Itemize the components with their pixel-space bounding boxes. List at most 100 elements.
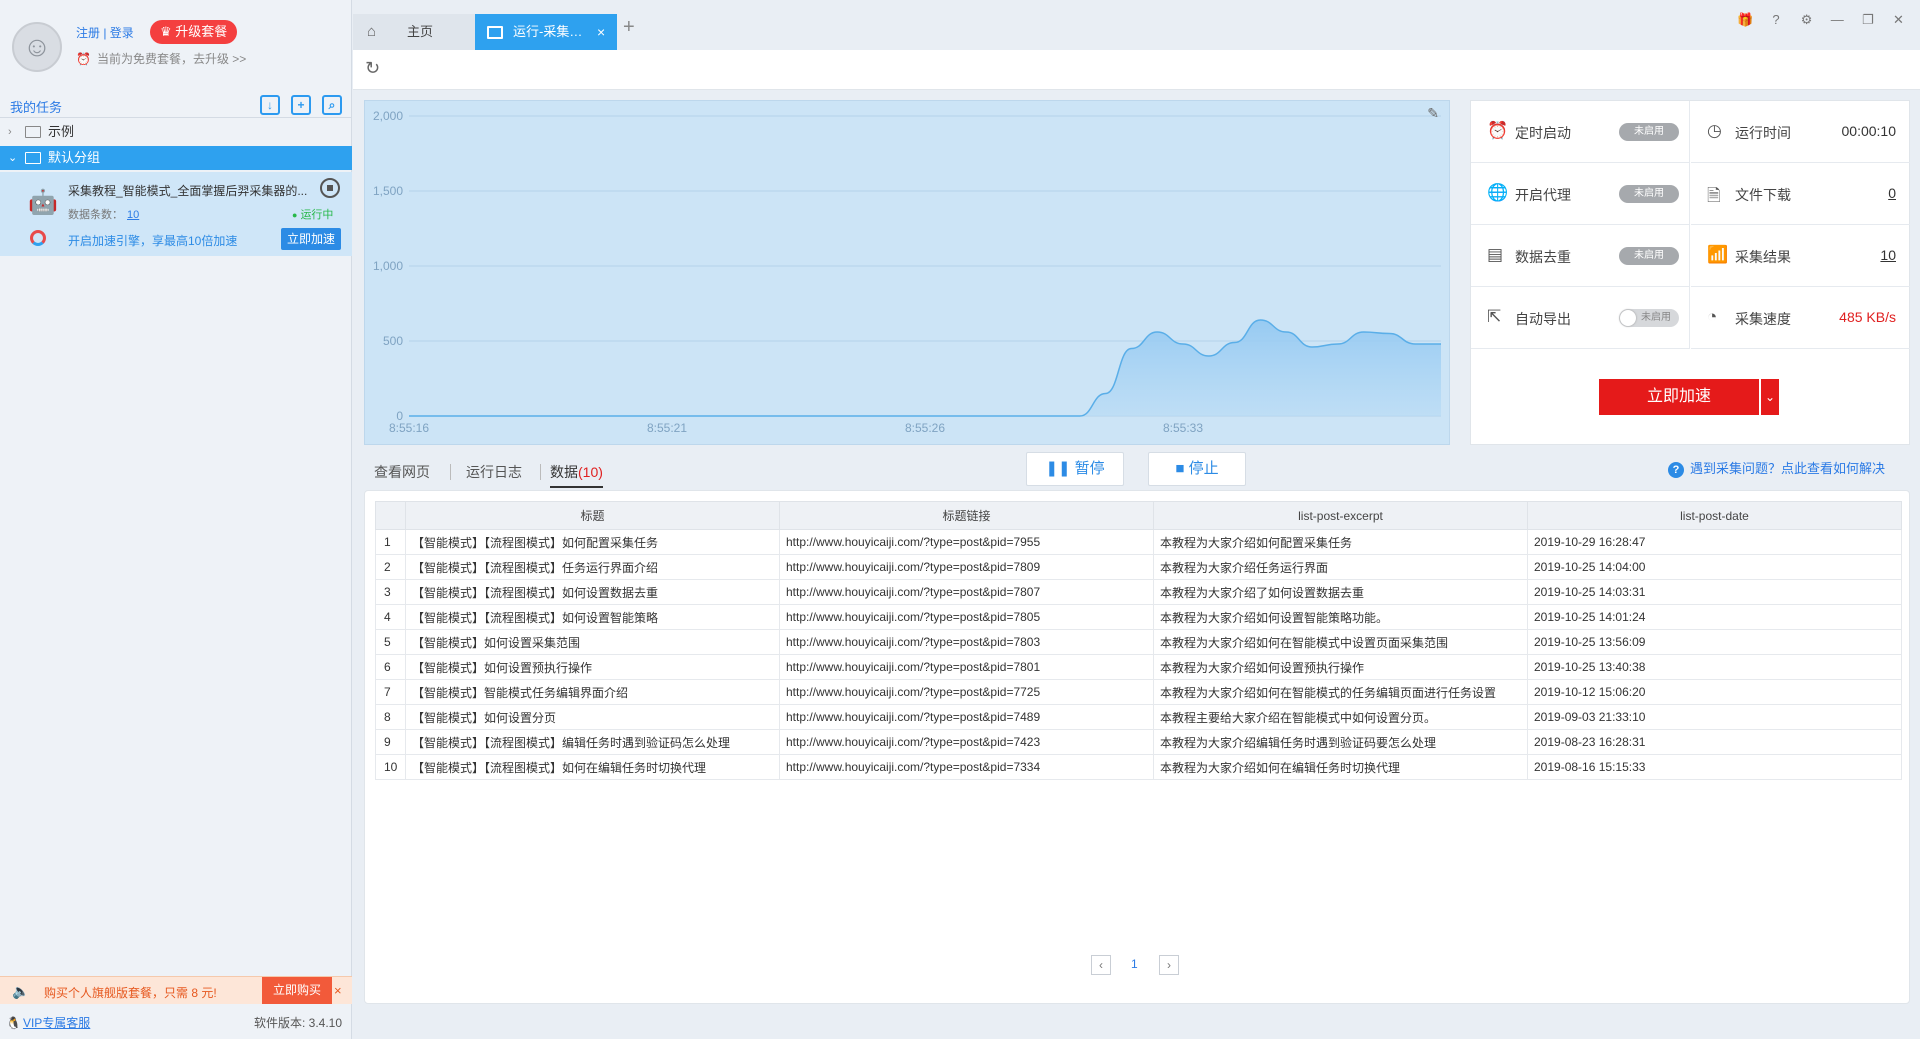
x-tick-label: 8:55:26 — [905, 421, 945, 435]
table-row[interactable]: 2 【智能模式】【流程图模式】任务运行界面介绍 http://www.houyica… — [375, 554, 1902, 580]
restore-icon[interactable]: ❐ — [1854, 12, 1881, 28]
import-task-icon[interactable]: ↓ — [260, 95, 280, 115]
table-cell-title: 【智能模式】如何设置预执行操作 — [405, 654, 780, 680]
login-link[interactable]: 注册 | 登录 — [76, 24, 134, 41]
x-tick-label: 8:55:16 — [389, 421, 429, 435]
table-cell-date: 2019-10-29 16:28:47 — [1527, 529, 1902, 555]
table-row[interactable]: 7 【智能模式】智能模式任务编辑界面介绍 http://www.houyicaiji… — [375, 679, 1902, 705]
promo-buy-button[interactable]: 立即购买 — [262, 977, 332, 1004]
table-header-row: 标题 标题链接 list-post-excerpt list-post-date — [375, 501, 1902, 530]
add-tab-icon[interactable]: + — [623, 16, 635, 39]
column-header[interactable]: list-post-excerpt — [1153, 501, 1528, 530]
sidebar-accel-button[interactable]: 立即加速 — [281, 228, 342, 250]
window-controls: 🎁 ? ⚙ — ❐ ✕ — [1732, 12, 1912, 28]
table-row[interactable]: 5 【智能模式】如何设置采集范围 http://www.houyicaiji.com… — [375, 629, 1902, 655]
close-icon[interactable]: ✕ — [1885, 12, 1912, 28]
table-cell-idx: 5 — [375, 629, 406, 655]
tab-home[interactable]: ⌂ 主页 — [353, 14, 475, 50]
add-task-icon[interactable]: + — [291, 95, 311, 115]
table-cell-idx: 1 — [375, 529, 406, 555]
tab-data[interactable]: 数据(10) — [550, 462, 603, 488]
stat-proxy: 🌐 开启代理 未启用 — [1471, 163, 1690, 225]
chart-svg: 2,0001,5001,00050008:55:16 8:55:21 8:55:26… — [373, 109, 1441, 435]
promo-close-icon[interactable]: × — [334, 983, 342, 998]
column-header[interactable]: list-post-date — [1527, 501, 1902, 530]
data-count-value[interactable]: 10 — [127, 209, 139, 221]
upgrade-button[interactable]: ♛ 升级套餐 — [150, 20, 238, 44]
tab-run-task[interactable]: 运行-采集教程_智能模式_全面掌握后羿采集器的... × — [475, 14, 617, 50]
dedupe-switch[interactable]: 未启用 — [1619, 247, 1679, 265]
minimize-icon[interactable]: — — [1824, 12, 1851, 27]
stat-name: 定时启动 — [1515, 125, 1571, 141]
tab-view-page[interactable]: 查看网页 — [374, 462, 430, 482]
help-icon[interactable]: ? — [1763, 12, 1790, 27]
page-number[interactable]: 1 — [1131, 957, 1138, 971]
table-row[interactable]: 1 【智能模式】【流程图模式】如何配置采集任务 http://www.houyica… — [375, 529, 1902, 555]
gift-icon[interactable]: 🎁 — [1732, 12, 1759, 28]
gauge-icon: ◔ — [1707, 307, 1718, 326]
task-card[interactable]: 🤖 采集教程_智能模式_全面掌握后羿采集器的... 数据条数： 10 运行中 开启… — [0, 172, 352, 256]
stat-value[interactable]: 10 — [1880, 247, 1896, 263]
scheduled-start-switch[interactable]: 未启用 — [1619, 123, 1679, 141]
prev-page-icon[interactable]: ‹ — [1091, 955, 1111, 975]
search-task-icon[interactable]: ⌕ — [322, 95, 342, 115]
home-icon: ⌂ — [367, 23, 377, 40]
tree-item-label: 默认分组 — [48, 150, 101, 165]
tab-data-label: 数据 — [550, 464, 578, 480]
table-cell-link: http://www.houyicaiji.com/?type=post&pid… — [779, 529, 1154, 555]
status-badge: 运行中 — [292, 206, 333, 222]
table-cell-idx: 9 — [375, 729, 406, 755]
column-header[interactable]: 标题链接 — [779, 501, 1154, 530]
stop-button[interactable]: ■ 停止 — [1148, 452, 1246, 486]
help-link[interactable]: ? 遇到采集问题？点此查看如何解决 — [1668, 458, 1885, 478]
table-cell-excerpt: 本教程主要给大家介绍在智能模式中如何设置分页。 — [1153, 704, 1528, 730]
table-row[interactable]: 4 【智能模式】【流程图模式】如何设置智能策略 http://www.houyica… — [375, 604, 1902, 630]
vip-support-link[interactable]: 🐧 VIP专属客服 — [6, 1014, 90, 1031]
table-cell-title: 【智能模式】如何设置分页 — [405, 704, 780, 730]
tree-item-label: 示例 — [48, 124, 75, 139]
table-cell-date: 2019-10-25 13:40:38 — [1527, 654, 1902, 680]
tab-run-log[interactable]: 运行日志 — [466, 462, 522, 482]
table-row[interactable]: 10 【智能模式】【流程图模式】如何在编辑任务时切换代理 http://www.ho… — [375, 754, 1902, 780]
stat-value[interactable]: 0 — [1888, 185, 1896, 201]
auto-export-toggle[interactable]: 未启用 — [1619, 309, 1679, 327]
accel-hint[interactable]: 开启加速引擎，享最高10倍加速 — [68, 232, 237, 249]
table-cell-link: http://www.houyicaiji.com/?type=post&pid… — [779, 604, 1154, 630]
pause-button[interactable]: ❚❚ 暂停 — [1026, 452, 1124, 486]
table-cell-excerpt: 本教程为大家介绍如何在编辑任务时切换代理 — [1153, 754, 1528, 780]
edit-pencil-icon[interactable]: ✎ — [1427, 105, 1439, 122]
table-row[interactable]: 9 【智能模式】【流程图模式】编辑任务时遇到验证码怎么处理 http://www.h… — [375, 729, 1902, 755]
avatar[interactable]: ☺ — [12, 22, 62, 72]
tree-item-example[interactable]: › 示例 — [0, 120, 352, 144]
next-page-icon[interactable]: › — [1159, 955, 1179, 975]
refresh-icon[interactable]: ↻ — [365, 58, 380, 79]
table-cell-idx: 7 — [375, 679, 406, 705]
table-row[interactable]: 3 【智能模式】【流程图模式】如何设置数据去重 http://www.houyica… — [375, 579, 1902, 605]
accelerate-button[interactable]: 立即加速 — [1599, 379, 1759, 415]
bar-chart-icon: 📶 — [1707, 245, 1729, 264]
table-row[interactable]: 8 【智能模式】如何设置分页 http://www.houyicaiji.com/?… — [375, 704, 1902, 730]
my-tasks-title: 我的任务 — [10, 100, 63, 115]
tree-item-default-group[interactable]: ⌄ 默认分组 — [0, 146, 352, 170]
stop-label: 停止 — [1188, 460, 1219, 477]
table-cell-idx: 8 — [375, 704, 406, 730]
plan-text[interactable]: ⏰ 当前为免费套餐，去升级 >> — [76, 50, 246, 67]
close-tab-icon[interactable]: × — [597, 14, 605, 50]
area-fill — [409, 320, 1441, 416]
table-cell-excerpt: 本教程为大家介绍编辑任务时遇到验证码要怎么处理 — [1153, 729, 1528, 755]
table-cell-link: http://www.houyicaiji.com/?type=post&pid… — [779, 729, 1154, 755]
accelerate-dropdown-icon[interactable]: ⌄ — [1761, 379, 1779, 415]
proxy-switch[interactable]: 未启用 — [1619, 185, 1679, 203]
column-header[interactable]: 标题 — [405, 501, 780, 530]
stop-circle-icon[interactable] — [320, 178, 340, 198]
table-cell-link: http://www.houyicaiji.com/?type=post&pid… — [779, 679, 1154, 705]
table-row[interactable]: 6 【智能模式】如何设置预执行操作 http://www.houyicaiji.co… — [375, 654, 1902, 680]
gear-icon[interactable]: ⚙ — [1793, 12, 1820, 28]
table-cell-excerpt: 本教程为大家介绍如何设置智能策略功能。 — [1153, 604, 1528, 630]
dedupe-icon: ▤ — [1487, 245, 1504, 264]
stop-icon: ■ — [1175, 460, 1185, 477]
sidebar: ☺ 注册 | 登录 ♛ 升级套餐 ⏰ 当前为免费套餐，去升级 >> 我的任务 ↓ … — [0, 0, 352, 1039]
tab-divider — [540, 464, 541, 480]
table-cell-title: 【智能模式】【流程图模式】如何设置智能策略 — [405, 604, 780, 630]
software-version: 软件版本: 3.4.10 — [254, 1016, 343, 1030]
